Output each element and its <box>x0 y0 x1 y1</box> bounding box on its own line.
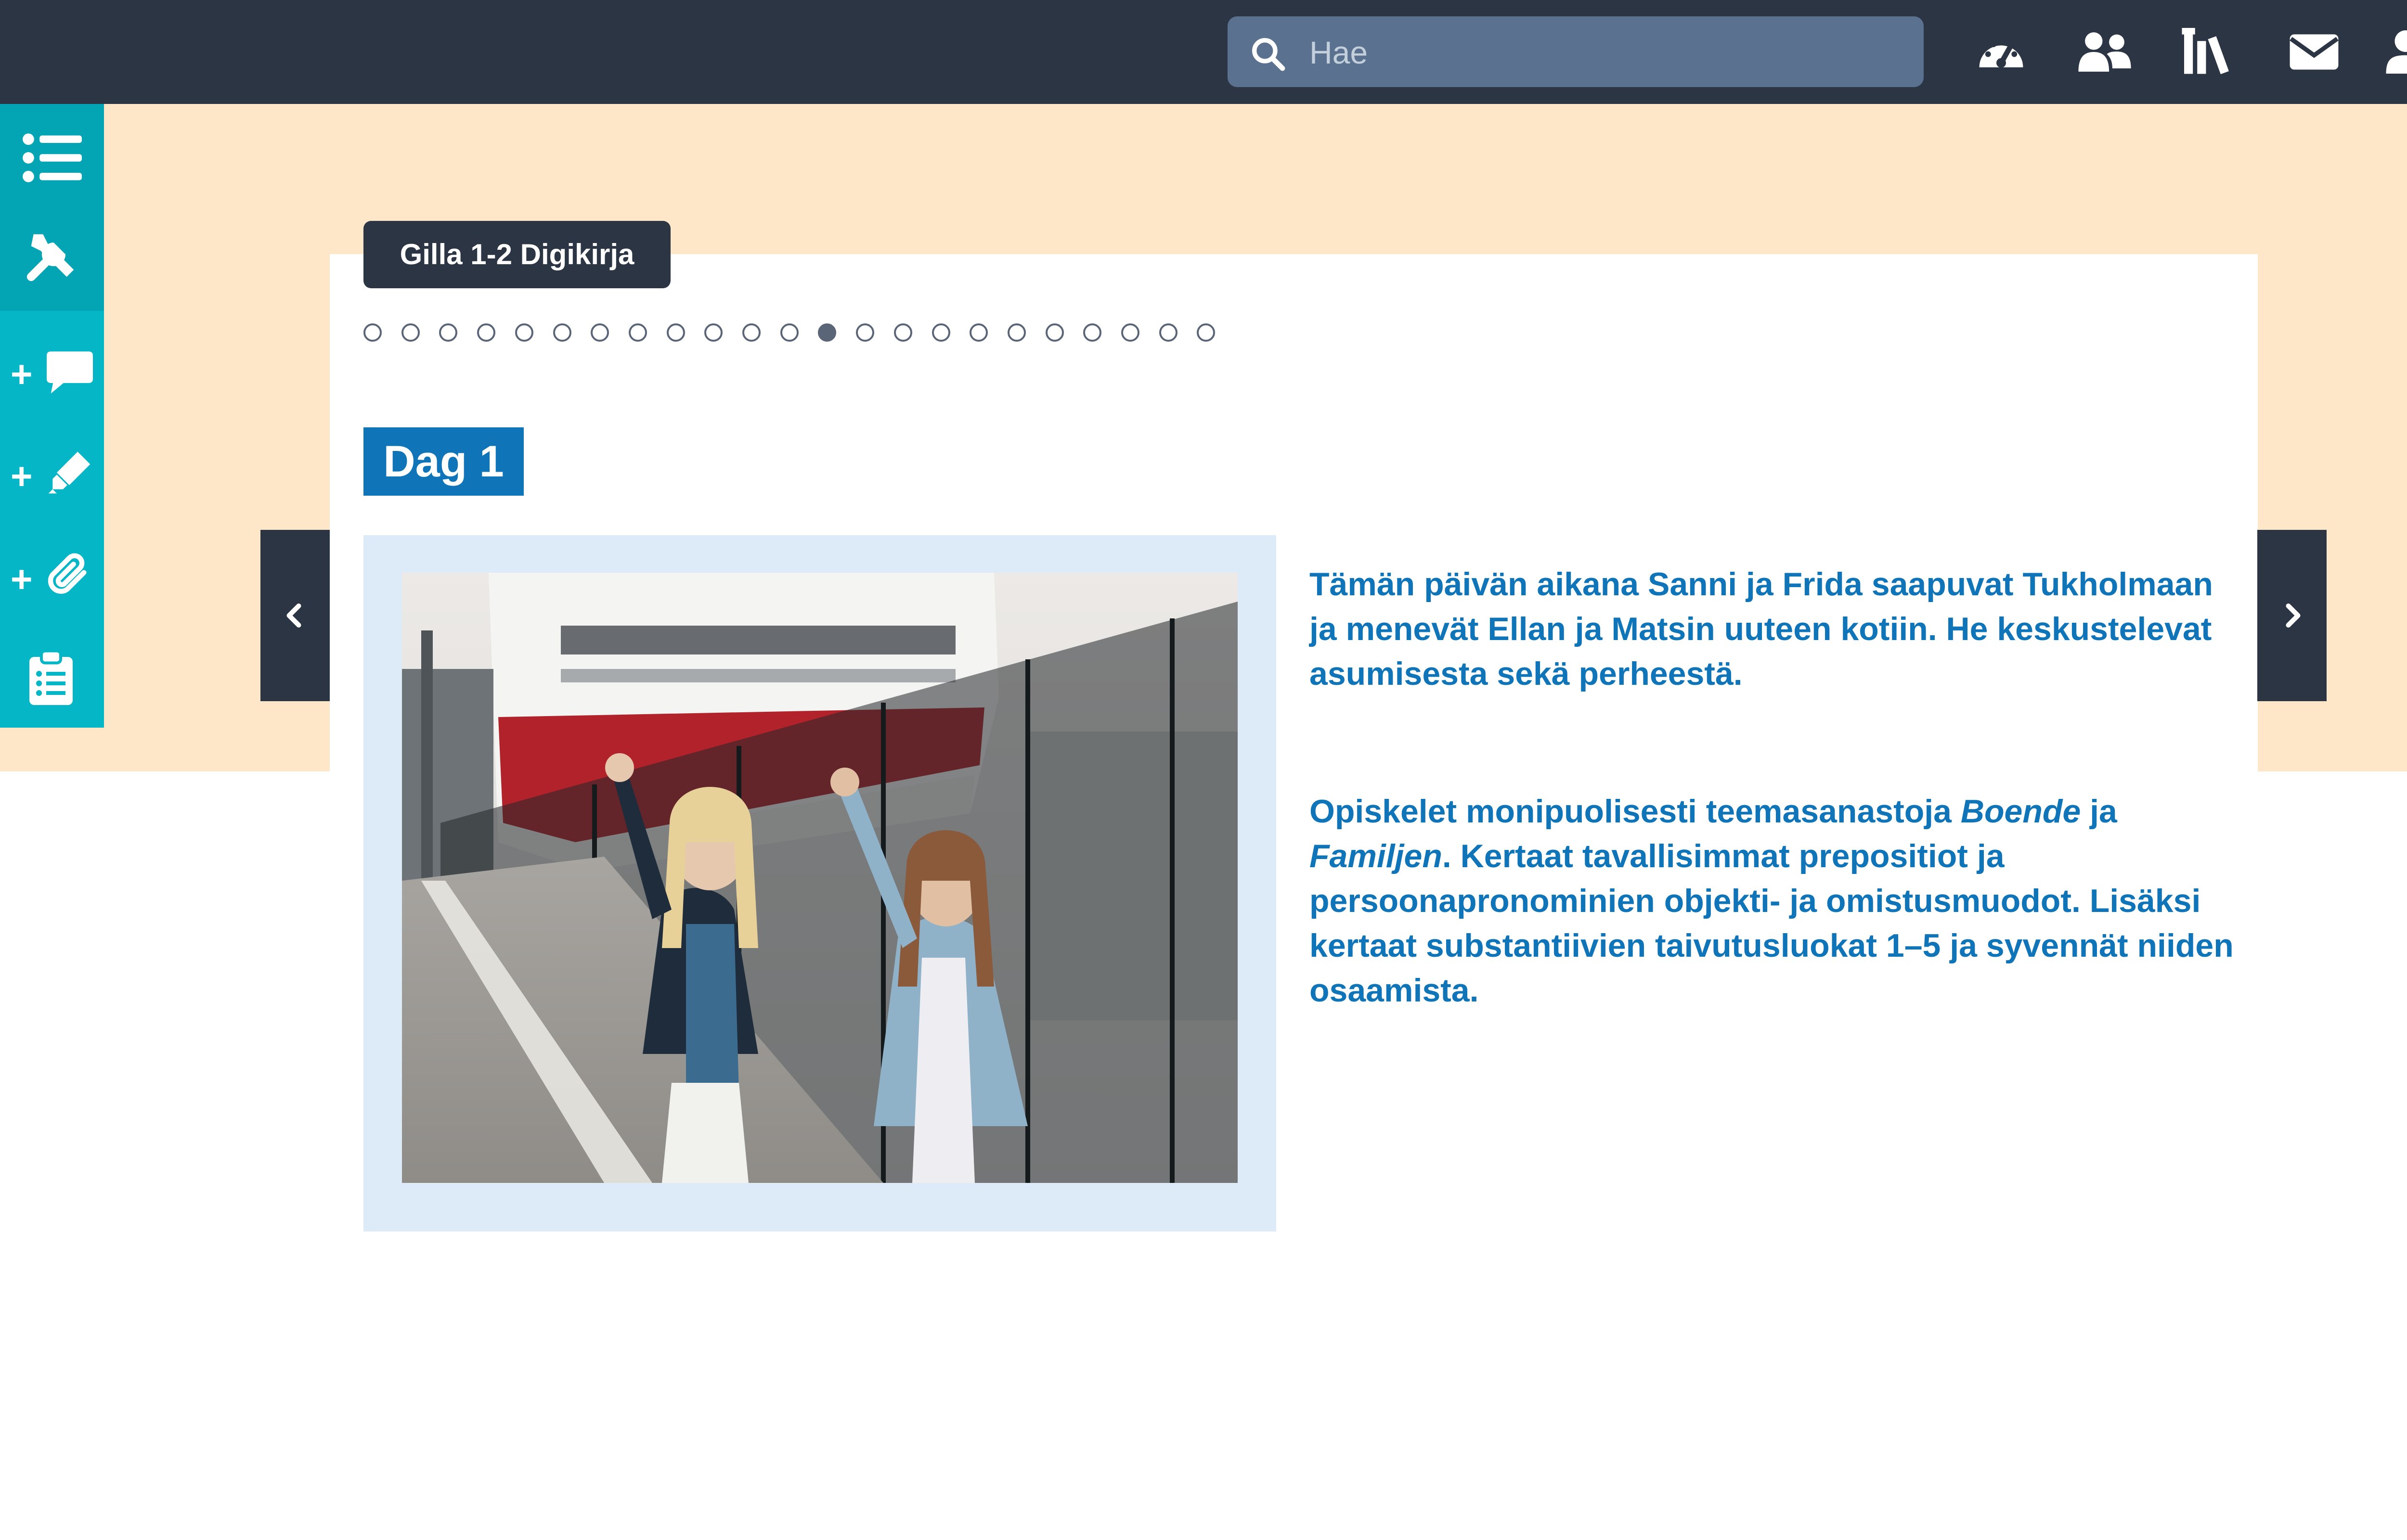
list-icon <box>23 133 82 182</box>
clipboard-icon <box>29 650 73 705</box>
add-highlight-icon <box>48 451 91 494</box>
dashboard-button[interactable] <box>1975 28 2028 76</box>
search-input[interactable] <box>1308 16 1912 88</box>
user-icon <box>2386 30 2407 74</box>
lesson-photo <box>402 573 1238 1183</box>
goals-text-rest: . Kertaat tavallisimmat prepositiot ja p… <box>1309 838 2234 1009</box>
search-icon <box>1252 38 1285 71</box>
pagination-dot[interactable] <box>667 323 685 342</box>
mail-icon <box>2290 34 2339 70</box>
search-box[interactable] <box>1228 16 1924 88</box>
dashboard-icon <box>1979 38 2023 68</box>
users-icon <box>2078 32 2131 72</box>
pagination-dot[interactable] <box>363 323 382 342</box>
pagination-dot[interactable] <box>1046 323 1064 342</box>
lesson-title: Dag 1 <box>363 427 524 496</box>
pagination-dot[interactable] <box>553 323 571 342</box>
lesson-intro-paragraph: Tämän päivän aikana Sanni ja Frida saapu… <box>1309 566 2213 692</box>
pagination-dot[interactable] <box>742 323 761 342</box>
toc-button[interactable] <box>0 109 104 205</box>
pagination-dot[interactable] <box>1121 323 1139 342</box>
plus-sign: + <box>11 558 33 600</box>
add-attachment-button[interactable]: + <box>0 530 104 627</box>
tools-icon <box>26 234 74 282</box>
assignments-button[interactable] <box>0 631 104 728</box>
tools-button[interactable] <box>0 210 104 306</box>
add-highlight-button[interactable]: + <box>0 427 104 524</box>
pagination-dot[interactable] <box>704 323 723 342</box>
pagination-dot[interactable] <box>1159 323 1178 342</box>
pagination-dot[interactable] <box>856 323 874 342</box>
plus-sign: + <box>11 353 33 395</box>
pagination-dot[interactable] <box>401 323 420 342</box>
lesson-goals-paragraph: Opiskelet monipuolisesti teemasanastoja … <box>1309 789 2239 1013</box>
add-comment-icon <box>47 351 93 394</box>
users-button[interactable] <box>2076 28 2134 76</box>
add-attachment-icon <box>48 553 87 594</box>
pagination-dot[interactable] <box>1008 323 1026 342</box>
pagination-dot[interactable] <box>629 323 647 342</box>
mail-button[interactable] <box>2288 28 2341 76</box>
add-comment-button[interactable]: + <box>0 325 104 422</box>
top-bar <box>0 0 2407 104</box>
pagination-dot[interactable] <box>515 323 533 342</box>
pagination-dot[interactable] <box>970 323 988 342</box>
chevron-left-icon <box>286 603 301 628</box>
pagination-dot-active[interactable] <box>818 323 836 342</box>
goals-text-and: ja <box>2081 793 2117 830</box>
chevron-right-icon <box>2286 603 2301 628</box>
term-boende: Boende <box>1960 793 2081 830</box>
pagination-dot[interactable] <box>477 323 495 342</box>
pagination-dot[interactable] <box>894 323 912 342</box>
library-button[interactable] <box>2182 28 2235 76</box>
tool-sidebar: + + + <box>0 104 104 728</box>
pagination-dot[interactable] <box>1083 323 1101 342</box>
next-page-button[interactable] <box>2257 530 2327 701</box>
previous-page-button[interactable] <box>260 530 330 701</box>
pagination-dot[interactable] <box>591 323 609 342</box>
pagination-dot[interactable] <box>932 323 950 342</box>
harbor-photo-illustration <box>402 573 1238 1183</box>
library-icon <box>2182 28 2229 75</box>
page-pagination <box>363 323 1216 346</box>
book-title-tag: Gilla 1-2 Digikirja <box>363 221 671 288</box>
term-familjen: Familjen <box>1309 838 1442 874</box>
user-profile-button[interactable] <box>2384 28 2407 76</box>
plus-sign: + <box>11 455 33 497</box>
pagination-dot[interactable] <box>780 323 799 342</box>
goals-text-start: Opiskelet monipuolisesti teemasanastoja <box>1309 793 1961 830</box>
pagination-dot[interactable] <box>439 323 457 342</box>
pagination-dot[interactable] <box>1197 323 1215 342</box>
photo-frame <box>363 535 1276 1232</box>
